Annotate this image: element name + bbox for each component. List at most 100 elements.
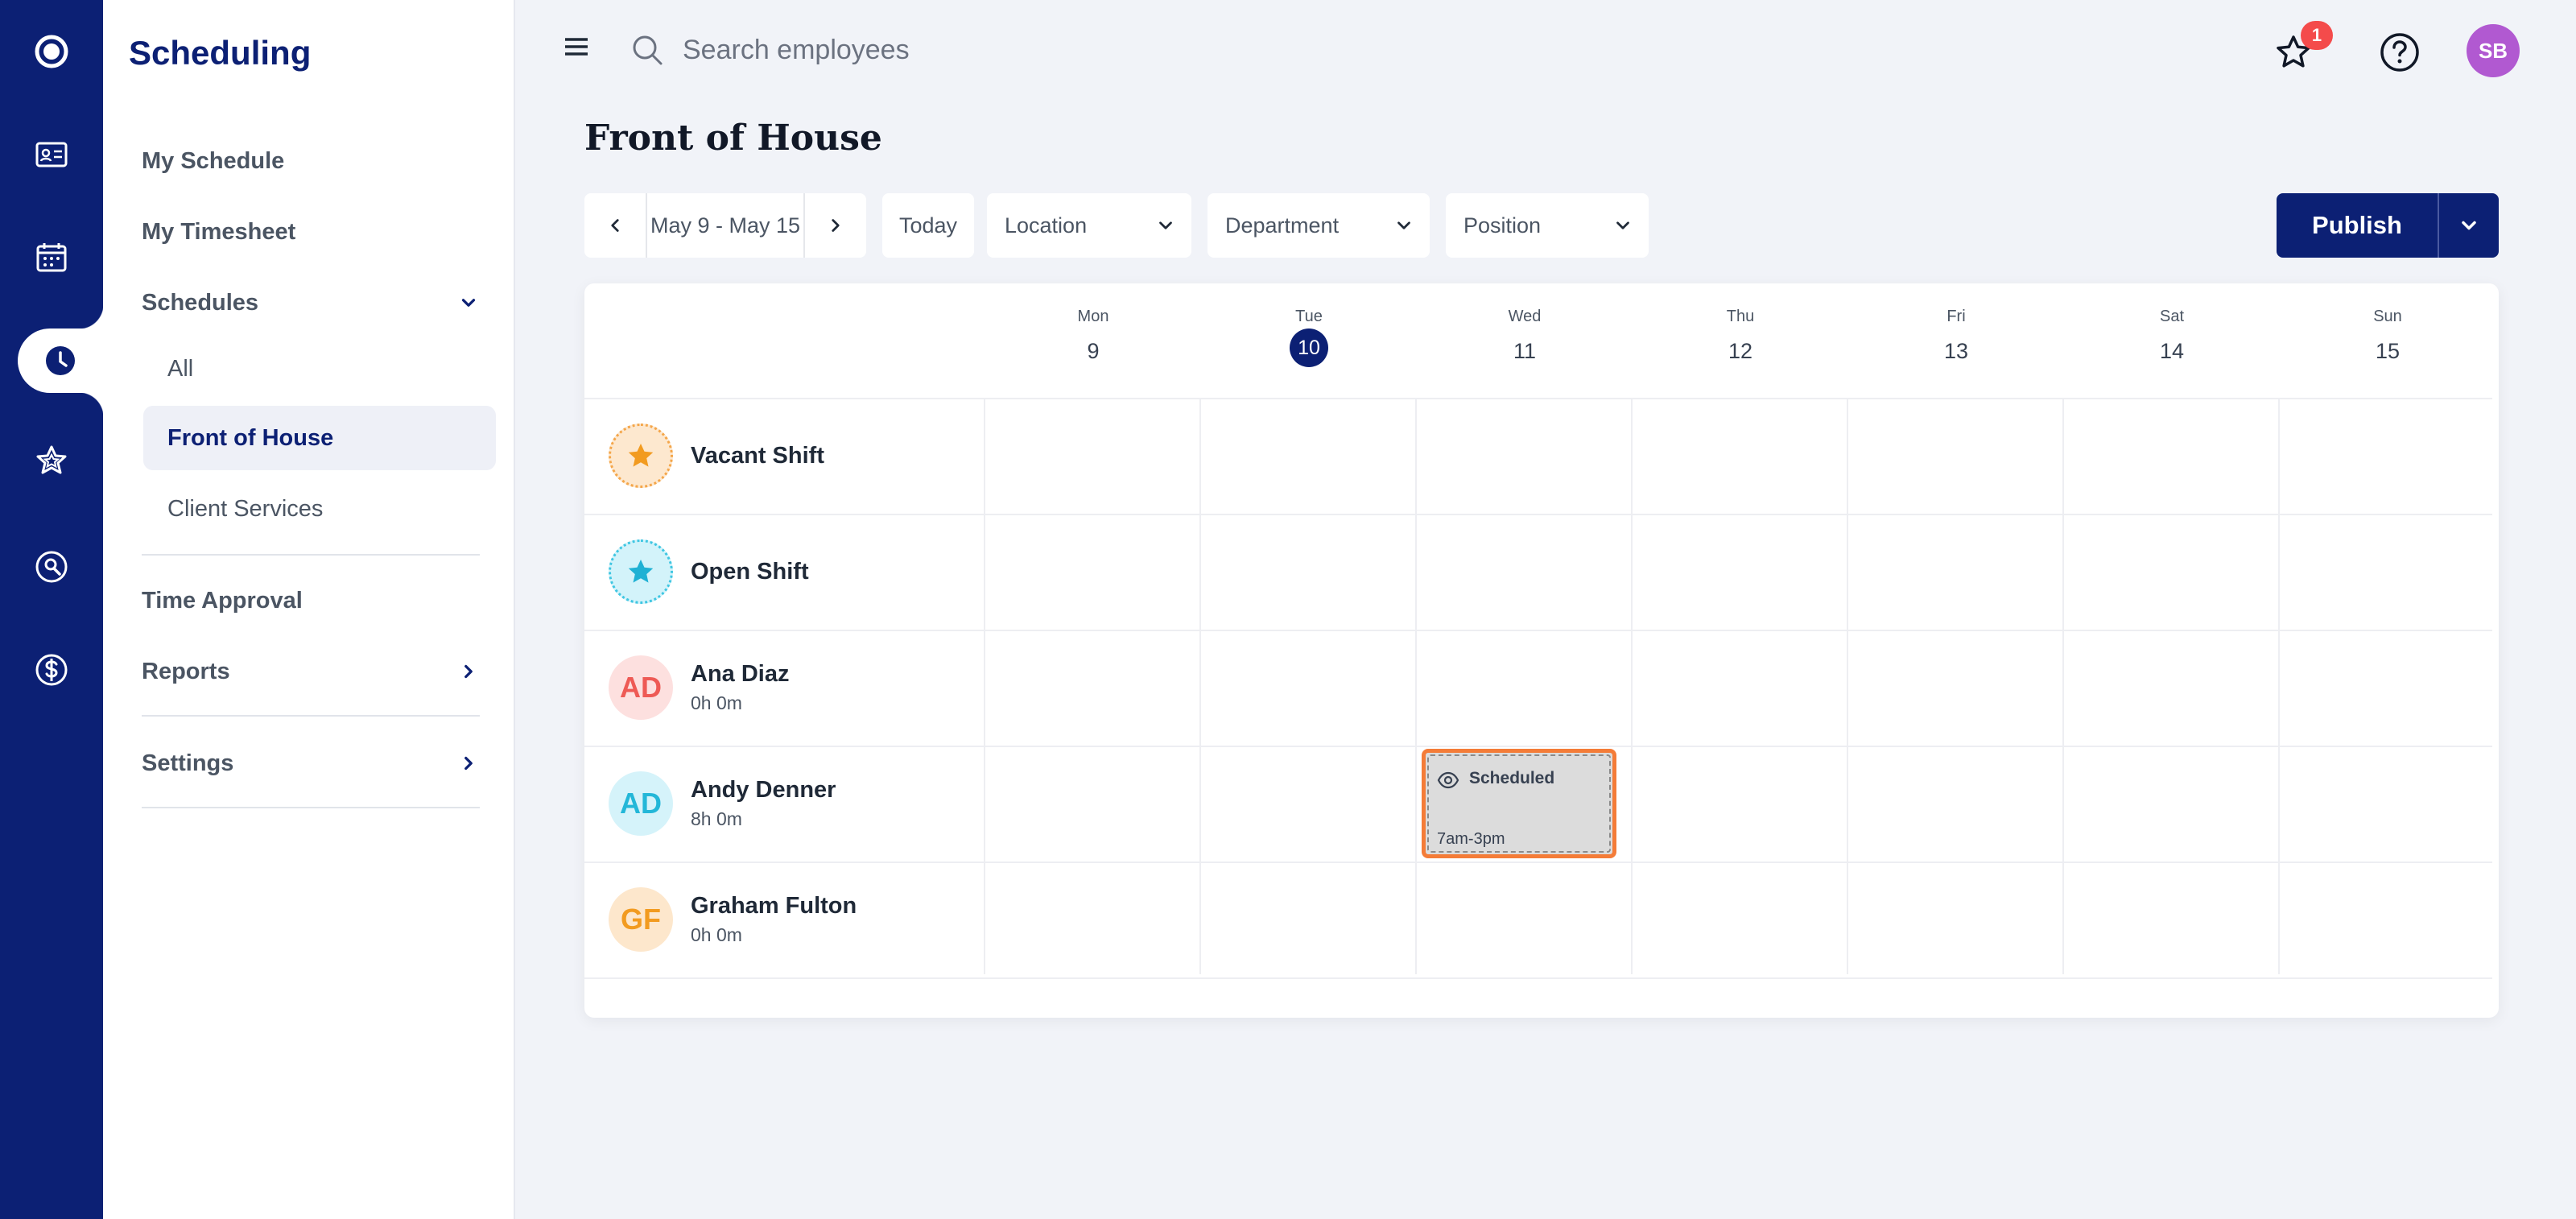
next-week-button[interactable] <box>805 193 866 258</box>
grid-line <box>1415 398 1417 974</box>
today-button[interactable]: Today <box>882 193 974 258</box>
sidebar-item-reports[interactable]: Reports <box>142 641 480 702</box>
hamburger-menu-icon[interactable] <box>562 32 591 61</box>
search-input[interactable] <box>683 24 1327 76</box>
day-name: Wed <box>1508 308 1542 325</box>
sidebar-item-schedules[interactable]: Schedules <box>142 272 480 333</box>
chevron-right-icon <box>832 219 840 232</box>
user-search-icon[interactable] <box>0 535 103 599</box>
employee-hours: 8h 0m <box>691 808 742 829</box>
row-employee-graham-fulton[interactable]: GF Graham Fulton 0h 0m <box>609 862 857 977</box>
employee-avatar: GF <box>609 887 673 952</box>
location-dropdown[interactable]: Location <box>987 193 1191 258</box>
sidebar-divider <box>142 807 480 808</box>
row-name: Vacant Shift <box>691 442 824 469</box>
sidebar-item-label: Schedules <box>142 289 259 316</box>
row-open-shift[interactable]: Open Shift <box>609 514 809 630</box>
chevron-down-icon <box>1393 214 1415 237</box>
search-icon <box>633 35 663 65</box>
sidebar-subitem-client-services[interactable]: Client Services <box>143 477 496 541</box>
chevron-down-icon[interactable] <box>457 291 480 314</box>
help-icon[interactable] <box>2378 31 2421 74</box>
clock-icon[interactable] <box>18 304 103 417</box>
row-employee-ana-diaz[interactable]: AD Ana Diaz 0h 0m <box>609 630 789 746</box>
day-name: Mon <box>1077 308 1109 325</box>
day-number-today: 10 <box>1290 329 1328 367</box>
app-nav-rail <box>0 0 103 1219</box>
day-number: 12 <box>1728 338 1753 363</box>
user-avatar[interactable]: SB <box>2467 24 2520 77</box>
id-card-icon[interactable] <box>0 122 103 187</box>
day-header-tue: Tue 10 <box>1201 308 1417 367</box>
day-number: 11 <box>1513 338 1537 363</box>
employee-hours: 0h 0m <box>691 924 742 945</box>
chevron-down-icon <box>1154 214 1177 237</box>
employee-name: Graham Fulton <box>691 893 857 919</box>
sidebar-divider <box>142 554 480 556</box>
row-employee-andy-denner[interactable]: AD Andy Denner 8h 0m <box>609 746 836 862</box>
grid-line <box>1631 398 1633 974</box>
day-header-wed: Wed 11 <box>1417 308 1633 370</box>
schedule-grid: Mon 9 Tue 10 Wed 11 Thu 12 Fri 13 Sat 14… <box>584 283 2499 1018</box>
date-range-label[interactable]: May 9 - May 15 <box>646 193 805 258</box>
payroll-dollar-icon[interactable] <box>0 638 103 702</box>
location-dropdown-label: Location <box>1005 213 1088 238</box>
grid-line <box>2062 398 2064 974</box>
grid-line <box>584 746 2492 747</box>
app-logo-icon[interactable] <box>0 19 103 84</box>
row-vacant-shift[interactable]: Vacant Shift <box>609 398 824 514</box>
day-name: Tue <box>1295 308 1323 325</box>
sidebar-item-time-approval[interactable]: Time Approval <box>142 570 480 631</box>
sidebar-item-my-schedule[interactable]: My Schedule <box>142 130 480 192</box>
department-dropdown-label: Department <box>1225 213 1340 238</box>
calendar-icon[interactable] <box>0 225 103 290</box>
publish-button[interactable]: Publish <box>2277 193 2438 258</box>
publish-options-button[interactable] <box>2438 193 2499 258</box>
sidebar-item-label: Settings <box>142 750 234 776</box>
grid-line <box>584 514 2492 515</box>
sidebar-title: Scheduling <box>129 34 312 72</box>
chevron-down-icon <box>1612 214 1634 237</box>
day-header-thu: Thu 12 <box>1633 308 1848 370</box>
department-dropdown[interactable]: Department <box>1208 193 1430 258</box>
notification-badge: 1 <box>2301 21 2333 50</box>
eye-icon <box>1437 771 1459 789</box>
row-name: Open Shift <box>691 558 809 585</box>
sidebar-item-settings[interactable]: Settings <box>142 733 480 794</box>
star-icon <box>628 444 654 467</box>
chevron-down-icon <box>2462 221 2476 230</box>
day-number: 14 <box>2159 338 2185 363</box>
position-dropdown-label: Position <box>1463 213 1542 238</box>
day-number: 9 <box>1087 338 1100 363</box>
employee-hours: 0h 0m <box>691 692 742 713</box>
previous-week-button[interactable] <box>584 193 646 258</box>
position-dropdown[interactable]: Position <box>1446 193 1649 258</box>
chevron-left-icon <box>611 219 619 232</box>
grid-line <box>584 398 2492 399</box>
vacant-shift-avatar <box>609 424 673 488</box>
grid-line <box>584 977 2492 979</box>
sidebar-item-my-timesheet[interactable]: My Timesheet <box>142 201 480 262</box>
employee-name: Ana Diaz <box>691 661 790 687</box>
sidebar-divider <box>142 715 480 717</box>
grid-line <box>2278 398 2280 974</box>
publish-split-button: Publish <box>2277 193 2499 258</box>
day-number: 15 <box>2375 338 2401 363</box>
chevron-right-icon[interactable] <box>457 660 480 683</box>
sidebar-item-label: Reports <box>142 658 230 684</box>
open-shift-avatar <box>609 539 673 604</box>
sidebar-subitem-front-of-house[interactable]: Front of House <box>143 406 496 470</box>
chevron-right-icon[interactable] <box>457 752 480 775</box>
day-number: 13 <box>1943 338 1969 363</box>
sidebar-subitem-all[interactable]: All <box>143 337 496 401</box>
star-badge-icon[interactable] <box>0 428 103 493</box>
grid-line <box>984 398 985 974</box>
day-header-fri: Fri 13 <box>1848 308 2064 370</box>
top-bar: 1 SB <box>517 0 2576 103</box>
sidebar: Scheduling My Schedule My Timesheet Sche… <box>103 0 515 1219</box>
employee-name: Andy Denner <box>691 777 836 803</box>
shift-status: Scheduled <box>1469 769 1555 787</box>
star-icon <box>628 560 654 583</box>
shift-card[interactable]: Scheduled 7am-3pm <box>1422 749 1616 858</box>
day-name: Sat <box>2159 308 2185 325</box>
